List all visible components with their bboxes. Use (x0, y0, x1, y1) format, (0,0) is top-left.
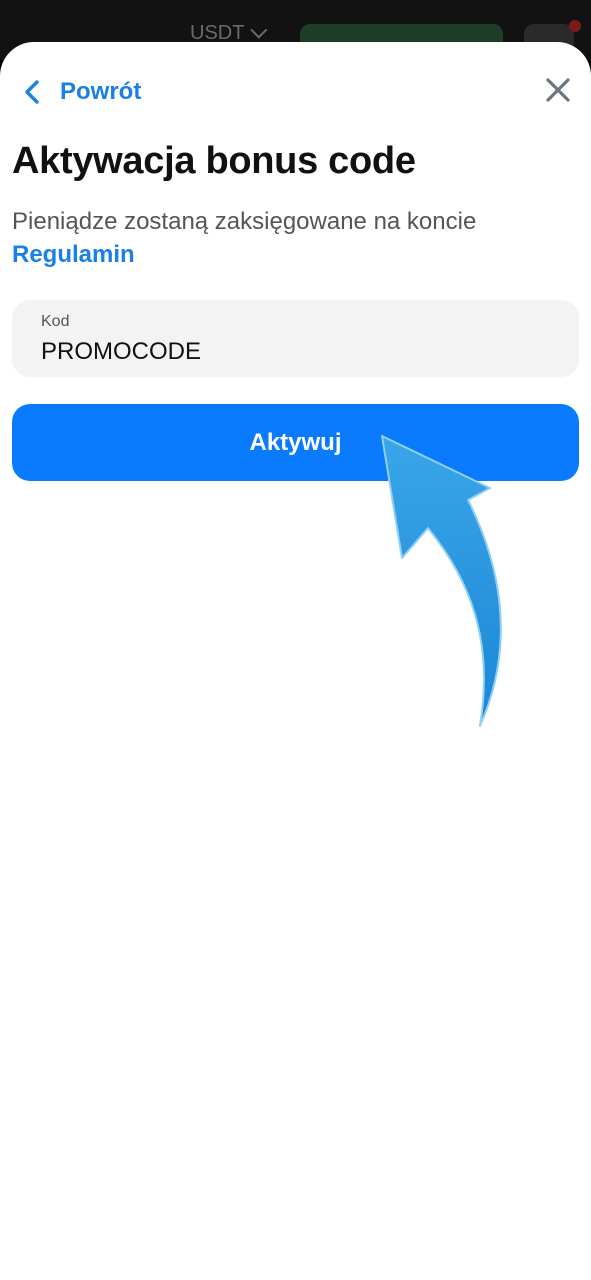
currency-label: USDT (190, 22, 245, 44)
page-subtitle: Pieniądze zostaną zaksięgowane na koncie (12, 208, 477, 235)
close-icon (545, 77, 571, 108)
back-label: Powrót (60, 78, 142, 105)
page-title: Aktywacja bonus code (12, 140, 416, 182)
back-button[interactable]: Powrót (18, 74, 141, 110)
code-input[interactable] (41, 338, 541, 366)
terms-link[interactable]: Regulamin (12, 241, 135, 269)
notification-dot (569, 20, 581, 32)
code-field[interactable]: Kod (12, 300, 579, 377)
code-field-label: Kod (41, 313, 70, 330)
chevron-left-icon (18, 77, 48, 107)
activate-button[interactable]: Aktywuj (12, 404, 579, 481)
close-button[interactable] (540, 74, 576, 110)
chevron-down-icon (250, 21, 268, 39)
bonus-code-sheet: Powrót Aktywacja bonus code Pieniądze zo… (0, 42, 591, 1280)
